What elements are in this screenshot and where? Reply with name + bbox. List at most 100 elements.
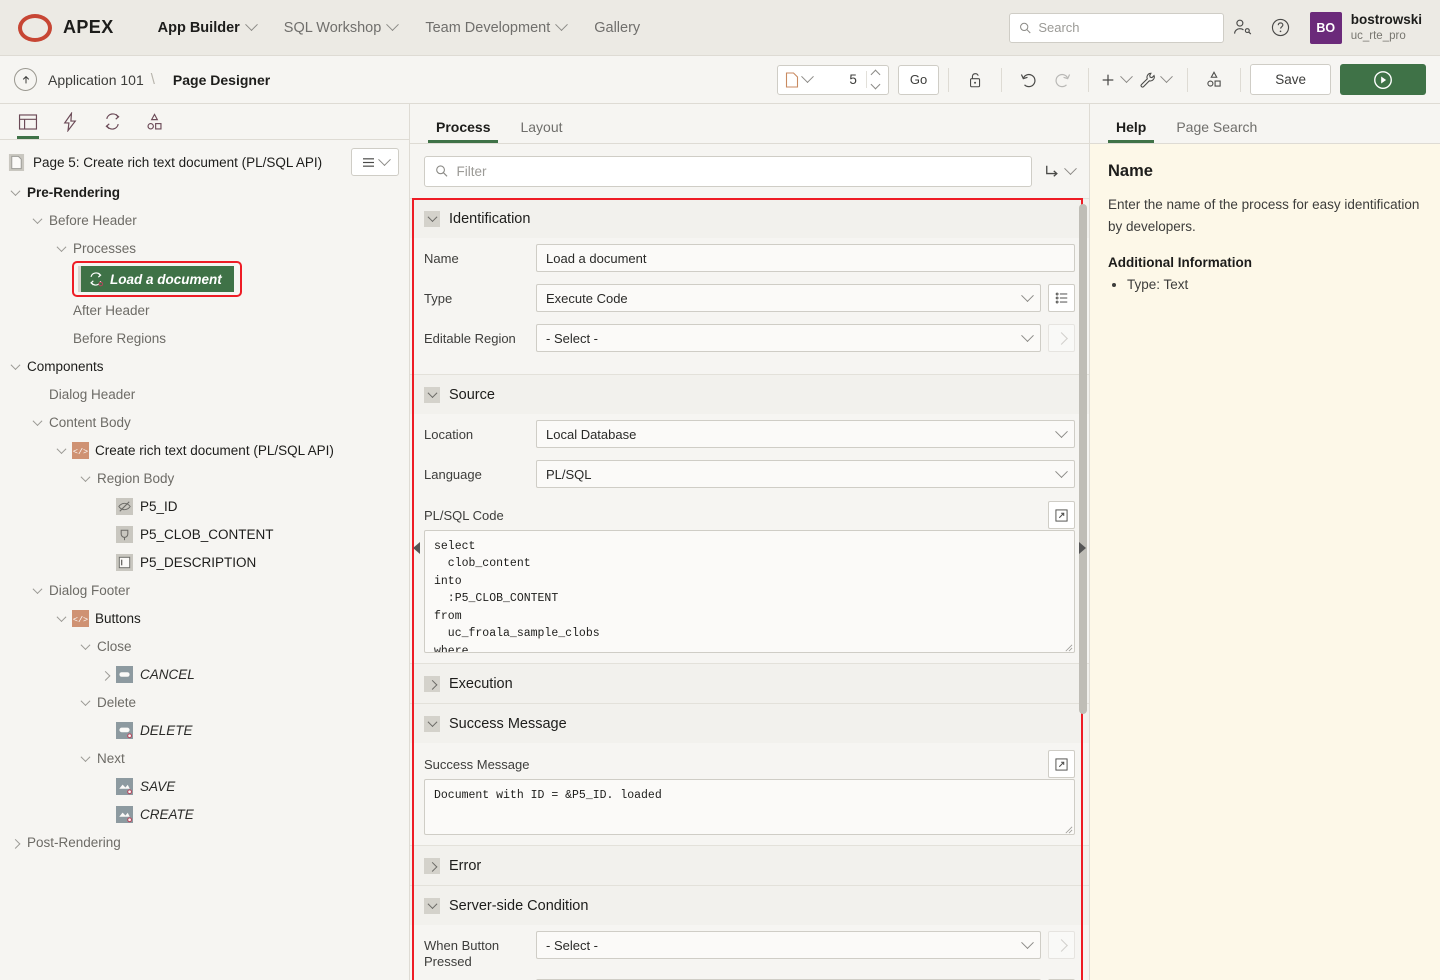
tree-node-delete[interactable]: DELETE bbox=[0, 716, 409, 744]
tab-page-shared-components[interactable] bbox=[134, 104, 174, 139]
nav-app-builder[interactable]: App Builder bbox=[144, 0, 270, 56]
field-type-select[interactable]: Execute Code bbox=[536, 284, 1041, 312]
goto-group-button[interactable] bbox=[1042, 162, 1075, 181]
field-name-input[interactable]: Load a document bbox=[536, 244, 1075, 272]
tree-toggle-icon[interactable] bbox=[54, 245, 68, 252]
tree-toggle-icon[interactable] bbox=[30, 217, 44, 224]
tree-toggle-icon[interactable] bbox=[8, 839, 22, 846]
tree-toggle-icon[interactable] bbox=[78, 643, 92, 650]
tree-selected-chip[interactable]: Load a document bbox=[78, 266, 234, 292]
create-menu-button[interactable] bbox=[1098, 65, 1132, 95]
tree-node-after-header[interactable]: After Header bbox=[0, 296, 409, 324]
field-editable-region-goto-button[interactable] bbox=[1048, 324, 1075, 352]
collapse-toggle-icon[interactable] bbox=[424, 898, 440, 914]
lock-page-button[interactable] bbox=[958, 65, 992, 95]
property-filter[interactable] bbox=[424, 156, 1032, 187]
tree-node-content-body[interactable]: Content Body bbox=[0, 408, 409, 436]
tree-toggle-icon[interactable] bbox=[78, 755, 92, 762]
field-type-list-button[interactable] bbox=[1048, 284, 1075, 312]
apex-logo[interactable]: APEX bbox=[18, 14, 114, 42]
navigate-up-button[interactable] bbox=[14, 68, 37, 91]
tree-node-before-header[interactable]: Before Header bbox=[0, 206, 409, 234]
tree-node-components[interactable]: Components bbox=[0, 352, 409, 380]
collapse-toggle-icon[interactable] bbox=[424, 387, 440, 403]
page-number-value[interactable]: 5 bbox=[816, 72, 862, 87]
help-button[interactable] bbox=[1262, 9, 1300, 47]
shared-components-button[interactable] bbox=[1197, 65, 1231, 95]
section-success-message-header[interactable]: Success Message bbox=[410, 703, 1089, 743]
nav-team-development[interactable]: Team Development bbox=[411, 0, 580, 56]
section-server-side-condition-header[interactable]: Server-side Condition bbox=[410, 885, 1089, 925]
tree-node-pre-rendering[interactable]: Pre-Rendering bbox=[0, 178, 409, 206]
field-location-select[interactable]: Local Database bbox=[536, 420, 1075, 448]
go-button[interactable]: Go bbox=[898, 65, 939, 95]
avatar[interactable]: BO bbox=[1310, 12, 1342, 44]
tree-toggle-icon[interactable] bbox=[78, 475, 92, 482]
tree-node-p5-clob-content[interactable]: P5_CLOB_CONTENT bbox=[0, 520, 409, 548]
field-when-button-pressed-goto-button[interactable] bbox=[1048, 931, 1075, 959]
tree-node-load-a-document[interactable]: Load a document bbox=[0, 262, 409, 296]
tab-rendering[interactable] bbox=[8, 104, 48, 139]
tree-node-save[interactable]: SAVE bbox=[0, 772, 409, 800]
tree-node-before-regions[interactable]: Before Regions bbox=[0, 324, 409, 352]
tab-help[interactable]: Help bbox=[1108, 119, 1154, 143]
collapse-toggle-icon[interactable] bbox=[424, 211, 440, 227]
page-menu-button[interactable] bbox=[351, 148, 399, 176]
collapse-right-pane-button[interactable] bbox=[1079, 542, 1086, 554]
tree-toggle-icon[interactable] bbox=[78, 699, 92, 706]
tree-toggle-icon[interactable] bbox=[30, 419, 44, 426]
collapse-left-pane-button[interactable] bbox=[413, 542, 420, 554]
run-page-button[interactable] bbox=[1340, 64, 1426, 95]
utilities-menu-button[interactable] bbox=[1132, 65, 1178, 95]
account-menu-button[interactable] bbox=[1224, 9, 1262, 47]
tab-processing[interactable] bbox=[92, 104, 132, 139]
collapse-toggle-icon[interactable] bbox=[424, 716, 440, 732]
field-editable-region-select[interactable]: - Select - bbox=[536, 324, 1041, 352]
tree-page-row[interactable]: Page 5: Create rich text document (PL/SQ… bbox=[0, 146, 409, 178]
tree-toggle-icon[interactable] bbox=[30, 587, 44, 594]
expand-success-message-button[interactable] bbox=[1048, 750, 1075, 778]
global-search-input[interactable] bbox=[1038, 20, 1213, 35]
tree-toggle-icon[interactable] bbox=[8, 189, 22, 196]
global-search[interactable] bbox=[1009, 13, 1224, 43]
tree-node-post-rendering[interactable]: Post-Rendering bbox=[0, 828, 409, 856]
field-success-message-textarea[interactable]: Document with ID = &P5_ID. loaded bbox=[424, 779, 1075, 835]
field-when-button-pressed-select[interactable]: - Select - bbox=[536, 931, 1041, 959]
tree-node-delete-group[interactable]: Delete bbox=[0, 688, 409, 716]
nav-gallery[interactable]: Gallery bbox=[580, 0, 654, 56]
user-menu[interactable]: bostrowski uc_rte_pro bbox=[1351, 12, 1422, 43]
tree-node-create[interactable]: CREATE bbox=[0, 800, 409, 828]
tab-layout[interactable]: Layout bbox=[512, 119, 570, 143]
tree-node-buttons[interactable]: </> Buttons bbox=[0, 604, 409, 632]
expand-code-editor-button[interactable] bbox=[1048, 501, 1075, 529]
undo-button[interactable] bbox=[1011, 65, 1045, 95]
tree-node-p5-id[interactable]: P5_ID bbox=[0, 492, 409, 520]
tree-node-cancel[interactable]: CANCEL bbox=[0, 660, 409, 688]
section-identification-header[interactable]: Identification bbox=[410, 198, 1089, 238]
page-selector[interactable]: 5 bbox=[777, 65, 889, 95]
tree-toggle-icon[interactable] bbox=[98, 671, 112, 678]
tree-toggle-icon[interactable] bbox=[8, 363, 22, 370]
expand-toggle-icon[interactable] bbox=[424, 676, 440, 692]
breadcrumb-application[interactable]: Application 101 bbox=[48, 72, 144, 88]
field-plsql-code-editor[interactable]: select clob_content into :P5_CLOB_CONTEN… bbox=[424, 530, 1075, 653]
tree-node-region-create-rich-text-document[interactable]: </> Create rich text document (PL/SQL AP… bbox=[0, 436, 409, 464]
property-filter-input[interactable] bbox=[456, 164, 1021, 179]
section-source-header[interactable]: Source bbox=[410, 374, 1089, 414]
tree-node-p5-description[interactable]: P5_DESCRIPTION bbox=[0, 548, 409, 576]
property-editor-scroll[interactable]: Identification Name Load a document Type bbox=[410, 198, 1089, 980]
tree-node-close[interactable]: Close bbox=[0, 632, 409, 660]
expand-toggle-icon[interactable] bbox=[424, 858, 440, 874]
redo-button[interactable] bbox=[1045, 65, 1079, 95]
tree-node-processes[interactable]: Processes bbox=[0, 234, 409, 262]
tree-node-dialog-header[interactable]: Dialog Header bbox=[0, 380, 409, 408]
tab-dynamic-actions[interactable] bbox=[50, 104, 90, 139]
field-language-select[interactable]: PL/SQL bbox=[536, 460, 1075, 488]
tab-page-search[interactable]: Page Search bbox=[1168, 119, 1265, 143]
tab-process[interactable]: Process bbox=[428, 119, 498, 143]
property-editor-scrollbar[interactable] bbox=[1079, 204, 1087, 714]
save-button[interactable]: Save bbox=[1250, 64, 1331, 95]
section-error-header[interactable]: Error bbox=[410, 845, 1089, 885]
tree-toggle-icon[interactable] bbox=[54, 447, 68, 454]
section-execution-header[interactable]: Execution bbox=[410, 663, 1089, 703]
